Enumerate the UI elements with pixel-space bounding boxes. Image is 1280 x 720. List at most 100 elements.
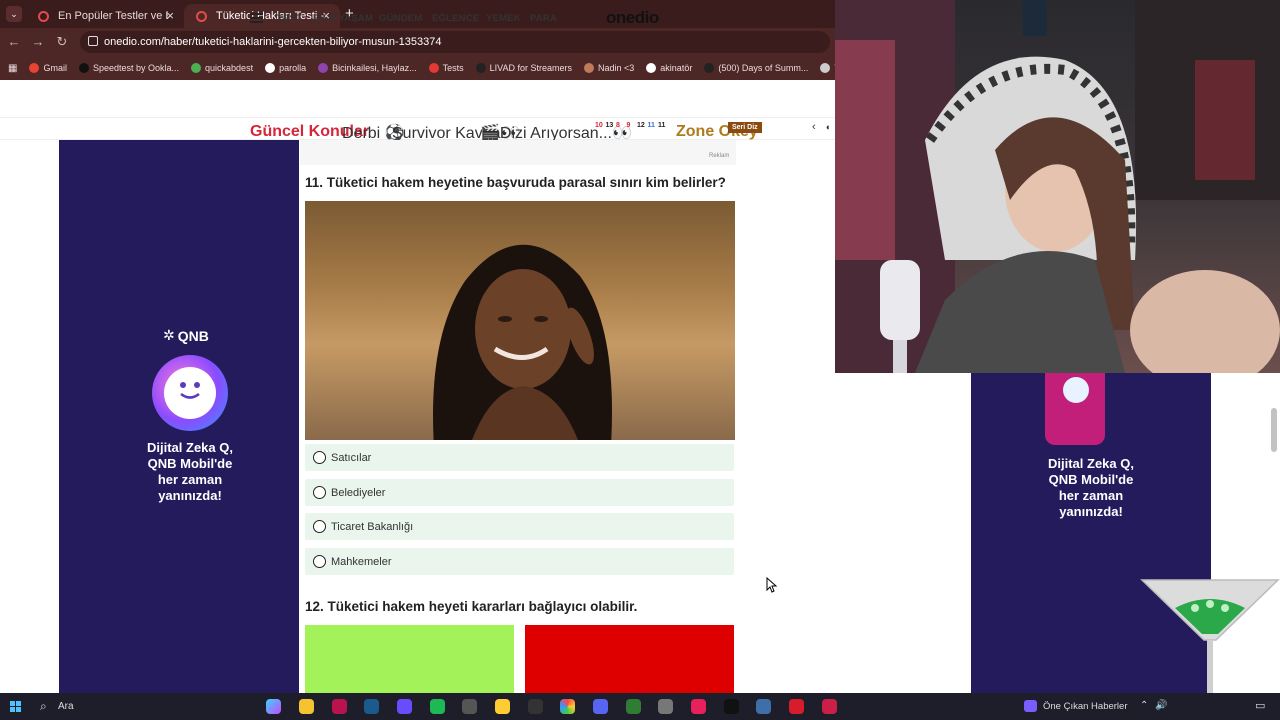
bookmark-label: akinatör <box>660 63 693 73</box>
app-icon[interactable] <box>658 699 673 714</box>
back-arrow-icon[interactable]: ← <box>6 34 22 49</box>
ad-line: Dijital Zeka Q, <box>147 440 233 455</box>
calendar-day-number: 8 <box>616 122 620 129</box>
chrome-icon[interactable] <box>495 699 510 714</box>
bookmark-label: parolla <box>279 63 307 73</box>
ad-line: her zaman <box>1058 488 1124 503</box>
answer-option[interactable]: Satıcılar <box>305 444 734 471</box>
calendar-day-number: 10 <box>595 122 603 129</box>
answer-card-true[interactable] <box>305 625 514 693</box>
app-icon[interactable] <box>528 699 543 714</box>
chevron-left-icon[interactable]: ‹ <box>812 121 816 133</box>
nav-eglence[interactable]: EĞLENCE <box>432 13 479 24</box>
url-field[interactable]: onedio.com/haber/tuketici-haklarini-gerc… <box>80 31 830 53</box>
discord-icon[interactable] <box>593 699 608 714</box>
calendar-day-number: 12 <box>637 122 645 129</box>
bookmark-item[interactable]: Tests <box>428 63 464 73</box>
calendar-day-number: 11 <box>658 122 666 129</box>
nav-yemek[interactable]: YEMEK <box>486 13 521 24</box>
color-app-icon[interactable] <box>560 699 575 714</box>
taskbar-search-label[interactable]: Ara <box>58 701 74 712</box>
ad-line: Dijital Zeka Q, <box>1048 456 1134 471</box>
site-info-icon[interactable] <box>88 36 98 46</box>
bookmark-item[interactable]: Nadin <3 <box>584 63 634 73</box>
forward-arrow-icon[interactable]: → <box>30 34 46 49</box>
bookmark-item[interactable]: Speedtest by Ookla... <box>78 63 180 73</box>
app-icon[interactable] <box>626 699 641 714</box>
bookmark-item[interactable]: akinatör <box>646 63 692 73</box>
bookmark-favicon-icon <box>704 63 715 73</box>
bookmark-label: Speedtest by Ookla... <box>92 63 180 73</box>
news-widget-icon <box>1024 700 1037 712</box>
bookmark-label: Tests <box>442 63 464 73</box>
ad-line: yanınızda! <box>158 488 222 503</box>
radio-button[interactable] <box>313 486 326 499</box>
reload-icon[interactable]: ↻ <box>54 34 70 50</box>
tray-chevron-up-icon[interactable]: ⌃ <box>1140 700 1148 711</box>
ad-line: QNB Mobil'de <box>1048 472 1134 487</box>
bookmark-favicon-icon <box>191 63 202 73</box>
bookmark-label: Gmail <box>43 63 67 73</box>
bookmark-item[interactable]: quickabdest <box>191 63 253 73</box>
nav-ev-yasam[interactable]: EV & YAŞAM <box>313 13 373 24</box>
bookmark-item[interactable]: parolla <box>265 63 306 73</box>
app-icon[interactable] <box>822 699 837 714</box>
windows-start-icon[interactable] <box>10 701 21 712</box>
close-icon[interactable]: × <box>166 8 174 23</box>
bookmark-item[interactable]: Bicinkailesi, Haylaz... <box>318 63 417 73</box>
bookmark-favicon-icon <box>820 63 831 73</box>
tab-label: En Popüler Testler ve Eğlenceli <box>58 10 168 22</box>
app-icon[interactable] <box>789 699 804 714</box>
volume-icon[interactable]: 🔊 <box>1155 700 1167 711</box>
serie-badge[interactable]: Seri Diz <box>728 122 762 133</box>
bookmark-label: (500) Days of Summ... <box>718 63 809 73</box>
bookmark-item[interactable]: (500) Days of Summ... <box>704 63 808 73</box>
notification-icon[interactable]: ▭ <box>1255 699 1265 712</box>
settings-icon[interactable] <box>756 699 771 714</box>
tiktok-icon[interactable] <box>724 699 739 714</box>
news-widget-label[interactable]: Öne Çıkan Haberler <box>1043 701 1127 712</box>
bookmark-item[interactable]: LIVAD for Streamers <box>475 63 573 73</box>
partial-icon: ◐ <box>826 122 832 132</box>
webcam-overlay <box>835 0 1280 373</box>
bookmark-item[interactable]: Gmail <box>29 63 67 73</box>
answer-option[interactable]: Ticaret Bakanlığı <box>305 513 734 540</box>
ad-line: her zaman <box>157 472 223 487</box>
qnb-brand: QNB <box>177 327 209 344</box>
tiktok-icon[interactable] <box>691 699 706 714</box>
page-scrollbar[interactable] <box>1271 408 1277 452</box>
nav-gundem[interactable]: GÜNDEM <box>379 13 422 24</box>
qnb-mascot-eyes-icon <box>180 382 200 399</box>
search-icon[interactable]: ⌕ <box>40 699 47 714</box>
apps-grid-icon[interactable]: ▦ <box>8 63 17 74</box>
nav-para[interactable]: PARA <box>530 13 557 24</box>
app-icon[interactable] <box>332 699 347 714</box>
steam-icon[interactable] <box>364 699 379 714</box>
bookmark-label: LIVAD for Streamers <box>489 63 573 73</box>
menu-icon[interactable] <box>250 13 263 23</box>
answer-option[interactable]: Mahkemeler <box>305 548 734 575</box>
radio-button[interactable] <box>313 451 326 464</box>
calendar-day-number: 9 <box>626 122 631 129</box>
obs-icon[interactable] <box>397 699 412 714</box>
answer-card-false[interactable] <box>525 625 734 693</box>
copilot-icon[interactable] <box>266 699 281 714</box>
file-explorer-icon[interactable] <box>299 699 314 714</box>
woman-smiling-image <box>433 244 612 440</box>
calendar-day-number: 13 <box>605 122 614 129</box>
tab-search-icon[interactable]: ⌄ <box>6 6 22 22</box>
bookmark-favicon-icon <box>265 63 276 73</box>
tab-popular-tests[interactable]: En Popüler Testler ve Eğlenceli × <box>26 4 184 28</box>
spotify-icon[interactable] <box>430 699 445 714</box>
nav-test[interactable]: TEST <box>277 13 302 24</box>
site-logo[interactable]: onedio <box>606 8 659 28</box>
radio-button[interactable] <box>313 520 326 533</box>
url-text: onedio.com/haber/tuketici-haklarini-gerc… <box>104 36 442 48</box>
answer-option[interactable]: Belediyeler <box>305 479 734 506</box>
qnb-app-icon <box>1063 377 1089 403</box>
answer-label: Belediyeler <box>331 486 386 499</box>
qnb-logo: ✲ QNB <box>163 327 209 344</box>
radio-button[interactable] <box>313 555 326 568</box>
app-icon[interactable] <box>462 699 477 714</box>
bookmark-favicon-icon <box>475 63 486 73</box>
